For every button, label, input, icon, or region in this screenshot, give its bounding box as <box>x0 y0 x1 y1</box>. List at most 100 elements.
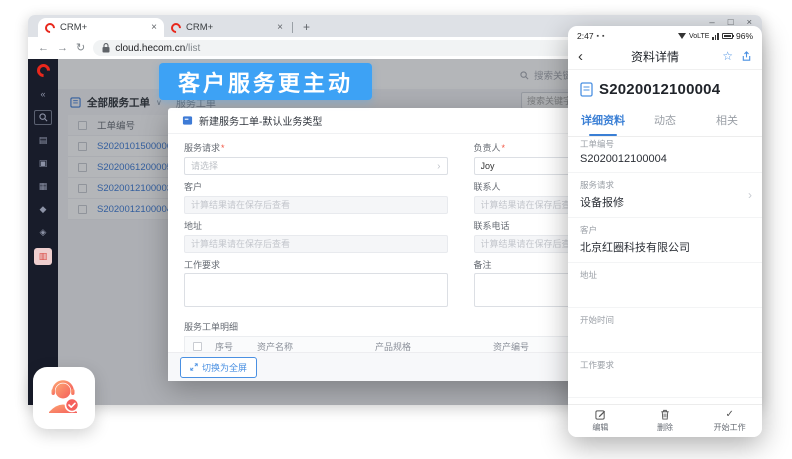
app-module-icon[interactable]: ▣ <box>34 156 52 171</box>
phone-status-bar: 2:47 ▪ ▪ VoLTE 96% <box>568 26 762 43</box>
support-agent-icon <box>44 378 84 418</box>
tab-separator <box>292 22 293 33</box>
field-value <box>580 374 750 382</box>
search-icon[interactable] <box>34 110 52 125</box>
gem-icon[interactable]: ◆ <box>34 202 52 217</box>
tab-title: CRM+ <box>186 22 272 33</box>
column-header: 序号 <box>209 340 251 353</box>
tab-close-icon[interactable]: × <box>277 22 283 33</box>
check-icon: ✓ <box>725 410 733 420</box>
field-work-request: 工作要求 <box>184 258 448 312</box>
field-label: 地址 <box>184 219 448 232</box>
field-label: 工作要求 <box>184 258 448 271</box>
field-address: 地址 <box>568 263 762 308</box>
start-work-button[interactable]: ✓ 开始工作 <box>697 405 762 437</box>
field-service-request[interactable]: 服务请求 设备报修 › <box>568 173 762 218</box>
notification-icon: ▪ <box>597 33 599 40</box>
column-header: 资产名称 <box>251 340 369 353</box>
work-request-textarea[interactable] <box>184 273 448 307</box>
field-order-no: 工单编号 S2020012100004 <box>568 132 762 173</box>
trash-icon <box>660 409 670 420</box>
address-input <box>184 235 448 253</box>
crm-logo-icon <box>169 20 183 34</box>
organization-icon[interactable]: ▤ <box>34 133 52 148</box>
collapse-icon[interactable]: « <box>34 87 52 102</box>
promo-banner: 客户服务更主动 <box>159 63 372 100</box>
expand-icon <box>190 363 198 371</box>
field-customer: 客户 北京红圈科技有限公司 <box>568 218 762 263</box>
modal-title: 新建服务工单-默认业务类型 <box>199 113 322 128</box>
field-service-request: 服务请求* › <box>184 141 448 175</box>
scan-icon[interactable]: ◈ <box>34 225 52 240</box>
battery-icon <box>722 33 733 39</box>
wifi-icon <box>678 33 686 39</box>
browser-tab-1[interactable]: CRM+ × <box>38 18 164 37</box>
field-label: 工单编号 <box>580 138 750 150</box>
tab-close-icon[interactable]: × <box>151 22 157 33</box>
notification-icon: ▪ <box>602 33 604 40</box>
favorite-star-icon[interactable]: ☆ <box>722 49 733 63</box>
back-icon[interactable]: ‹ <box>578 48 598 65</box>
chevron-right-icon: › <box>748 188 752 202</box>
forward-button[interactable]: → <box>57 43 68 54</box>
field-value <box>580 284 750 292</box>
hecom-logo-icon <box>34 61 52 79</box>
service-ticket-icon[interactable]: ▥ <box>34 248 52 265</box>
tab-title: CRM+ <box>60 22 146 33</box>
action-label: 删除 <box>657 422 673 433</box>
field-label: 服务请求 <box>184 143 220 153</box>
reload-button[interactable]: ↻ <box>76 43 85 54</box>
field-label: 客户 <box>580 224 750 236</box>
app-sidebar: « ▤ ▣ ▦ ◆ ◈ ▥ <box>28 59 58 405</box>
status-time: 2:47 <box>577 31 594 41</box>
field-label: 负责人 <box>474 143 501 153</box>
field-label: 客户 <box>184 180 448 193</box>
record-id: S2020012100004 <box>599 81 720 98</box>
app-module-icon[interactable]: ▦ <box>34 179 52 194</box>
lock-icon <box>102 43 110 53</box>
customer-input <box>184 196 448 214</box>
action-label: 编辑 <box>592 422 608 433</box>
field-value: 设备报修 <box>580 194 750 210</box>
new-tab-button[interactable]: + <box>303 20 310 34</box>
url-path: /list <box>185 43 200 54</box>
page-title: 资料详情 <box>598 48 712 65</box>
field-work-request: 工作要求 <box>568 353 762 398</box>
field-address: 地址 <box>184 219 448 253</box>
volte-label: VoLTE <box>689 33 710 40</box>
edit-button[interactable]: 编辑 <box>568 405 633 437</box>
document-icon <box>580 82 593 97</box>
phone-mockup: 2:47 ▪ ▪ VoLTE 96% ‹ 资料详情 ☆ S20200121000… <box>568 26 762 437</box>
phone-nav-bar: ‹ 资料详情 ☆ <box>568 43 762 70</box>
field-label: 开始时间 <box>580 314 750 326</box>
battery-percent: 96% <box>736 31 753 41</box>
fullscreen-toggle-button[interactable]: 切换为全屏 <box>180 357 257 378</box>
field-customer: 客户 <box>184 180 448 214</box>
share-icon[interactable] <box>741 51 752 62</box>
delete-button[interactable]: 删除 <box>633 405 698 437</box>
service-request-select[interactable] <box>184 157 448 175</box>
field-value <box>580 329 750 337</box>
column-header: 产品规格 <box>369 340 487 353</box>
field-start-time: 开始时间 <box>568 308 762 353</box>
back-button[interactable]: ← <box>38 43 49 54</box>
record-id-row: S2020012100004 <box>568 70 762 106</box>
field-value: S2020012100004 <box>580 153 750 165</box>
action-label: 开始工作 <box>714 422 746 433</box>
crm-logo-icon <box>43 20 57 34</box>
customer-service-widget[interactable] <box>33 367 95 429</box>
edit-icon <box>595 409 606 420</box>
field-label: 地址 <box>580 269 750 281</box>
document-icon <box>182 115 193 126</box>
field-value: 北京红圈科技有限公司 <box>580 239 750 255</box>
details-select-all-checkbox[interactable] <box>193 342 202 351</box>
detail-fields: 工单编号 S2020012100004 服务请求 设备报修 › 客户 北京红圈科… <box>568 132 762 404</box>
required-mark: * <box>221 143 225 153</box>
required-mark: * <box>502 143 506 153</box>
signal-icon <box>712 33 719 40</box>
browser-tab-2[interactable]: CRM+ × <box>164 18 290 37</box>
field-label: 工作要求 <box>580 359 750 371</box>
field-label: 服务请求 <box>580 179 750 191</box>
url-host: cloud.hecom.cn <box>115 43 185 54</box>
phone-action-bar: 编辑 删除 ✓ 开始工作 <box>568 404 762 437</box>
